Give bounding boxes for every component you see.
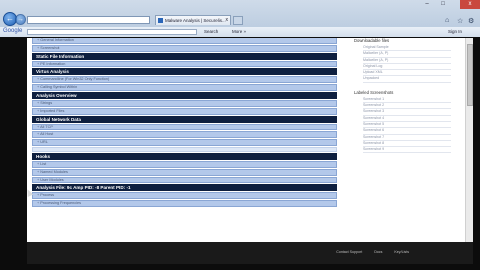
section-header: Hooks — [32, 152, 337, 160]
more-button[interactable]: More » — [232, 28, 246, 36]
footer-links: Contact Support Docs Key/Lists — [325, 250, 409, 254]
section-item[interactable]: General Information — [32, 38, 337, 44]
page-footer: Contact Support Docs Key/Lists — [27, 242, 473, 264]
minimize-button[interactable]: – — [420, 0, 434, 9]
sidebar-link[interactable]: Screenshot 9 — [363, 147, 451, 154]
sign-in-link[interactable]: Sign In — [448, 28, 462, 36]
address-bar[interactable] — [27, 16, 150, 24]
section-header: Global Network Data — [32, 115, 337, 123]
footer-link-docs[interactable]: Docs — [374, 250, 382, 254]
section-item[interactable]: URL — [32, 139, 337, 146]
scrollbar-thumb[interactable] — [467, 44, 473, 106]
section-header: Static File Information — [32, 52, 337, 60]
section-header: Analysis File: 9c Amp PID: -8 Parent PID… — [32, 184, 337, 192]
section-item[interactable]: All Host — [32, 131, 337, 139]
downloads-list: Original Sample Malicelier (A, P) Maliceli… — [363, 45, 464, 83]
star-icon[interactable]: ☆ — [457, 17, 463, 25]
section-header: Analysis Overview — [32, 91, 337, 99]
sidebar: Downloadable files Original Sample Malice… — [352, 38, 464, 160]
google-logo: Google — [3, 28, 23, 34]
new-tab-button[interactable] — [233, 16, 243, 25]
section-item[interactable]: Imported Files — [32, 107, 337, 115]
browser-tab[interactable]: Malware Analysis | Securelis... x — [155, 15, 231, 25]
browser-chrome: ← → Malware Analysis | Securelis... x – … — [0, 0, 480, 37]
browser-window: ← → Malware Analysis | Securelis... x – … — [0, 0, 480, 270]
report-sections: General InformationScreenshotStatic File… — [32, 38, 337, 208]
favicon-icon — [158, 18, 163, 23]
section-item[interactable]: Screenshot — [32, 44, 337, 52]
maximize-button[interactable]: □ — [436, 0, 450, 9]
gear-icon[interactable]: ⚙ — [468, 17, 474, 25]
page-content: General InformationScreenshotStatic File… — [27, 38, 473, 242]
section-item[interactable]: List — [32, 160, 337, 168]
home-icon[interactable]: ⌂ — [445, 17, 449, 24]
google-search-input[interactable] — [27, 29, 197, 35]
section-item[interactable]: Processing Frequencies — [32, 200, 337, 207]
downloads-title: Downloadable files — [354, 38, 390, 43]
scrollbar[interactable] — [465, 38, 473, 242]
tab-close-button[interactable]: x — [226, 16, 229, 25]
section-spacer — [32, 146, 337, 152]
google-toolbar: Google Search More » Sign In — [0, 27, 480, 37]
search-button[interactable]: Search — [204, 28, 218, 36]
section-item[interactable]: All TCP — [32, 123, 337, 131]
forward-button[interactable]: → — [15, 14, 26, 25]
sidebar-link[interactable]: Unpacked — [363, 76, 451, 83]
section-item[interactable]: Strings — [32, 99, 337, 107]
section-item[interactable]: PE Information — [32, 60, 337, 68]
section-item[interactable]: Calling Symbol Within — [32, 84, 337, 91]
footer-link-support[interactable]: Contact Support — [336, 250, 362, 254]
screenshots-list: Screenshot 1 Screenshot 2 Screenshot 3 Scre… — [363, 97, 464, 154]
section-item[interactable]: Commandline (For Win32 Only Function) — [32, 76, 337, 84]
close-button[interactable]: x — [460, 0, 480, 9]
section-item[interactable]: User Modules — [32, 176, 337, 184]
section-item[interactable]: Named Modules — [32, 168, 337, 176]
footer-link-keylists[interactable]: Key/Lists — [394, 250, 409, 254]
section-item[interactable]: Process — [32, 192, 337, 200]
section-header: Virtus Analysis — [32, 68, 337, 76]
tab-title: Malware Analysis | Securelis... — [165, 18, 226, 23]
screenshots-title: Labeled Screenshots — [354, 89, 394, 95]
